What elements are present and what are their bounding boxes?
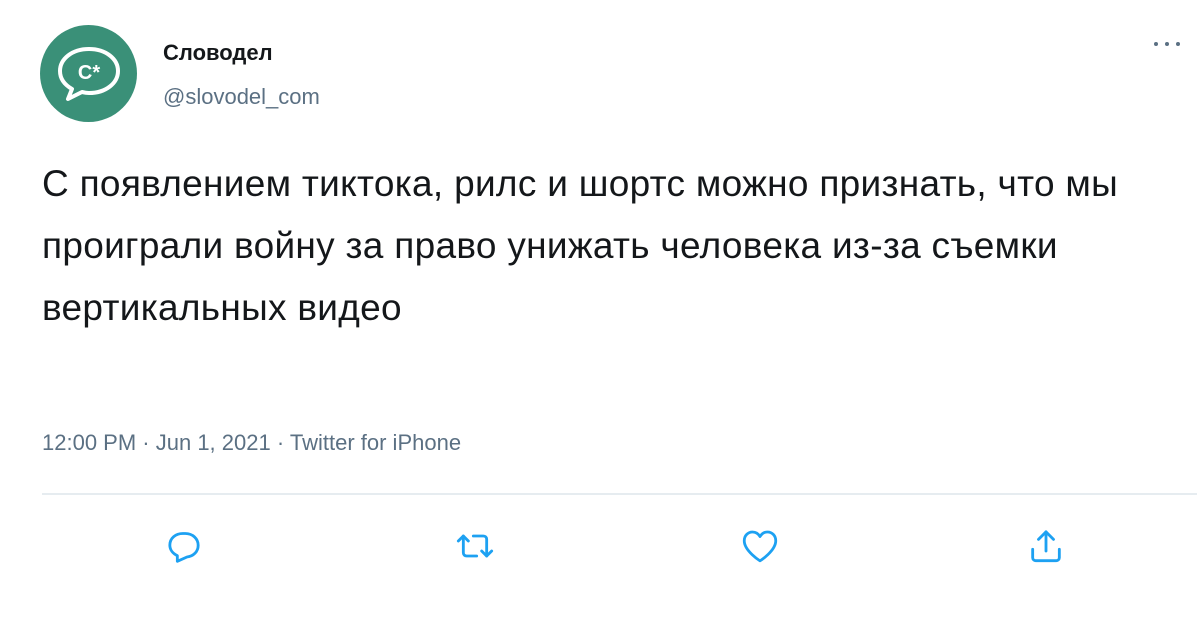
tweet-time[interactable]: 12:00 PM bbox=[42, 430, 136, 455]
retweet-icon bbox=[456, 534, 494, 558]
meta-separator: · bbox=[136, 430, 156, 455]
share-button[interactable] bbox=[1024, 524, 1068, 568]
tweet-source[interactable]: Twitter for iPhone bbox=[290, 430, 461, 455]
speech-bubble-icon: C* bbox=[57, 46, 120, 101]
like-icon bbox=[742, 530, 778, 563]
retweet-button[interactable] bbox=[453, 524, 497, 568]
author-handle[interactable]: @slovodel_com bbox=[163, 84, 320, 110]
avatar-logo-text: C* bbox=[77, 62, 99, 84]
share-icon bbox=[1031, 530, 1061, 563]
reply-icon bbox=[168, 532, 200, 563]
avatar[interactable]: C* bbox=[40, 25, 137, 122]
divider bbox=[42, 493, 1197, 495]
reply-button[interactable] bbox=[162, 524, 206, 568]
tweet-meta: 12:00 PM · Jun 1, 2021 · Twitter for iPh… bbox=[42, 430, 461, 456]
meta-separator: · bbox=[270, 430, 290, 455]
more-options-icon[interactable] bbox=[1152, 36, 1182, 52]
like-button[interactable] bbox=[738, 524, 782, 568]
tweet-date[interactable]: Jun 1, 2021 bbox=[156, 430, 271, 455]
tweet-text: С появлением тиктока, рилс и шортс можно… bbox=[42, 163, 1119, 328]
author-name[interactable]: Словодел bbox=[163, 40, 273, 66]
